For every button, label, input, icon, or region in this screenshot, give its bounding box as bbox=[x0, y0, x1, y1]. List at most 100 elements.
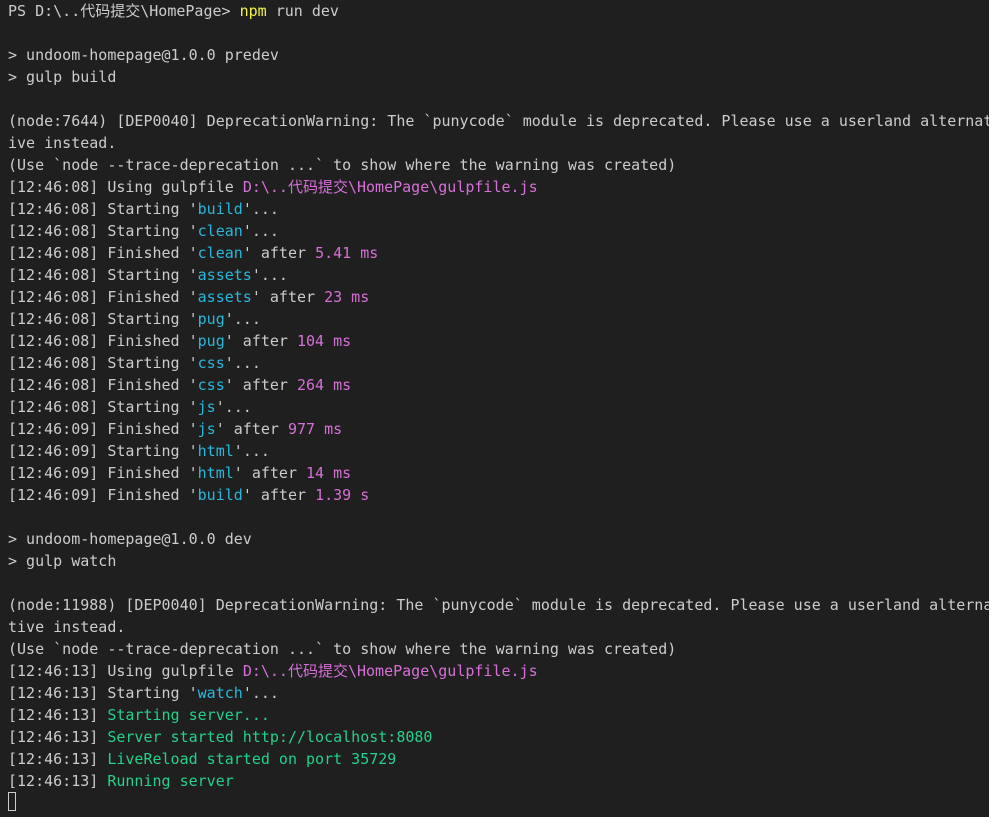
task-duration: 23 ms bbox=[324, 288, 370, 306]
server-log-line: [12:46:13] LiveReload started on port 35… bbox=[8, 748, 989, 770]
server-log-line: [12:46:13] Running server bbox=[8, 770, 989, 792]
trace-hint: (Use `node --trace-deprecation ...` to s… bbox=[8, 156, 677, 174]
server-message: Starting server... bbox=[107, 706, 270, 724]
timestamp: [12:46:13] bbox=[8, 750, 99, 768]
task-verb: Starting bbox=[107, 398, 180, 416]
task-duration: 977 ms bbox=[287, 420, 343, 438]
gulpfile-path: D:\..代码提交\HomePage\gulpfile.js bbox=[242, 662, 538, 680]
task-verb: Finished bbox=[107, 244, 180, 262]
timestamp: [12:46:08] bbox=[8, 200, 99, 218]
trace-hint: (Use `node --trace-deprecation ...` to s… bbox=[8, 640, 677, 658]
task-log-line: [12:46:08] Starting 'css'... bbox=[8, 354, 261, 372]
task-duration: 1.39 s bbox=[315, 486, 370, 504]
task-duration: 5.41 ms bbox=[315, 244, 379, 262]
task-log-line: [12:46:08] Finished 'assets' after 23 ms bbox=[8, 288, 370, 306]
task-log-line: [12:46:08] Starting 'assets'... bbox=[8, 266, 288, 284]
task-name: pug bbox=[197, 310, 225, 328]
server-message: Server started http://localhost:8080 bbox=[107, 728, 433, 746]
task-after-label: after bbox=[251, 244, 316, 262]
server-log-line: [12:46:13] Starting server... bbox=[8, 704, 989, 726]
npm-script-header: > undoom-homepage@1.0.0 predev bbox=[8, 46, 279, 64]
task-duration: 264 ms bbox=[297, 376, 352, 394]
task-verb: Starting bbox=[107, 354, 180, 372]
timestamp: [12:46:08] bbox=[8, 178, 99, 196]
timestamp: [12:46:13] bbox=[8, 684, 99, 702]
task-log-line: [12:46:08] Finished 'css' after 264 ms bbox=[8, 376, 352, 394]
task-name: css bbox=[197, 354, 225, 372]
timestamp: [12:46:08] bbox=[8, 332, 99, 350]
task-verb: Finished bbox=[107, 376, 180, 394]
task-verb: Finished bbox=[107, 332, 180, 350]
gulpfile-label: Using gulpfile bbox=[98, 662, 243, 680]
server-log-line: [12:46:13] Server started http://localho… bbox=[8, 726, 989, 748]
task-name: clean bbox=[197, 222, 243, 240]
timestamp: [12:46:13] bbox=[8, 728, 99, 746]
task-verb: Starting bbox=[107, 310, 180, 328]
server-log: [12:46:13] Starting server... [12:46:13] … bbox=[8, 704, 989, 792]
task-log-line: [12:46:08] Starting 'pug'... bbox=[8, 310, 261, 328]
task-name: assets bbox=[197, 288, 252, 306]
task-log-line: [12:46:08] Finished 'clean' after 5.41 m… bbox=[8, 244, 379, 262]
task-after-label: after bbox=[233, 332, 297, 350]
prompt-path: PS D:\..代码提交\HomePage> bbox=[8, 2, 240, 20]
timestamp: [12:46:09] bbox=[8, 442, 99, 460]
input-line[interactable] bbox=[8, 792, 989, 814]
timestamp: [12:46:08] bbox=[8, 288, 99, 306]
task-after-label: after bbox=[224, 420, 288, 438]
task-name: clean bbox=[197, 244, 243, 262]
task-log-line: [12:46:08] Starting 'clean'... bbox=[8, 222, 279, 240]
task-name: build bbox=[197, 200, 243, 218]
task-name: js bbox=[197, 420, 216, 438]
text-cursor bbox=[8, 792, 16, 811]
timestamp: [12:46:08] bbox=[8, 222, 99, 240]
deprecation-warning-wrap: ive instead. bbox=[8, 134, 117, 152]
task-log-line: [12:46:08] Finished 'pug' after 104 ms bbox=[8, 332, 352, 350]
gulpfile-path: D:\..代码提交\HomePage\gulpfile.js bbox=[242, 178, 538, 196]
gulpfile-line: [12:46:13] Using gulpfile D:\..代码提交\Home… bbox=[8, 660, 989, 682]
timestamp: [12:46:08] bbox=[8, 310, 99, 328]
task-verb: Starting bbox=[107, 200, 180, 218]
task-verb: Finished bbox=[107, 420, 180, 438]
terminal-output[interactable]: PS D:\..代码提交\HomePage> npm run dev > und… bbox=[0, 0, 989, 817]
deprecation-warning: (node:7644) [DEP0040] DeprecationWarning… bbox=[8, 112, 989, 130]
watch-task-line: [12:46:13] Starting 'watch'... bbox=[8, 684, 279, 702]
build-task-log: [12:46:08] Starting 'build'... [12:46:08]… bbox=[8, 198, 989, 506]
npm-script-command: > gulp build bbox=[8, 68, 117, 86]
task-log-line: [12:46:08] Starting 'js'... bbox=[8, 398, 252, 416]
timestamp: [12:46:13] bbox=[8, 772, 99, 790]
task-name: build bbox=[197, 486, 243, 504]
timestamp: [12:46:09] bbox=[8, 420, 99, 438]
task-log-line: [12:46:09] Finished 'html' after 14 ms bbox=[8, 464, 352, 482]
task-duration: 14 ms bbox=[306, 464, 352, 482]
task-log-line: [12:46:09] Finished 'build' after 1.39 s bbox=[8, 486, 370, 504]
task-name: js bbox=[197, 398, 216, 416]
server-message: Running server bbox=[107, 772, 234, 790]
deprecation-warning: (node:11988) [DEP0040] DeprecationWarnin… bbox=[8, 596, 989, 614]
task-after-label: after bbox=[233, 376, 297, 394]
task-name: css bbox=[197, 376, 225, 394]
npm-script-header: > undoom-homepage@1.0.0 dev bbox=[8, 530, 252, 548]
task-after-label: after bbox=[242, 464, 307, 482]
task-verb: Starting bbox=[107, 442, 180, 460]
timestamp: [12:46:08] bbox=[8, 398, 99, 416]
task-log-line: [12:46:09] Starting 'html'... bbox=[8, 442, 270, 460]
task-name: watch bbox=[197, 684, 243, 702]
task-verb: Finished bbox=[107, 486, 180, 504]
task-verb: Starting bbox=[107, 222, 180, 240]
task-name: html bbox=[197, 442, 234, 460]
timestamp: [12:46:08] bbox=[8, 354, 99, 372]
timestamp: [12:46:08] bbox=[8, 244, 99, 262]
task-verb: Starting bbox=[107, 266, 180, 284]
timestamp: [12:46:09] bbox=[8, 486, 99, 504]
prompt-line: PS D:\..代码提交\HomePage> npm run dev bbox=[8, 0, 989, 22]
gulpfile-line: [12:46:08] Using gulpfile D:\..代码提交\Home… bbox=[8, 176, 989, 198]
timestamp: [12:46:08] bbox=[8, 376, 99, 394]
npm-script-command: > gulp watch bbox=[8, 552, 117, 570]
task-verb: Finished bbox=[107, 288, 180, 306]
timestamp: [12:46:08] bbox=[8, 266, 99, 284]
task-log-line: [12:46:09] Finished 'js' after 977 ms bbox=[8, 420, 343, 438]
task-duration: 104 ms bbox=[297, 332, 352, 350]
task-name: assets bbox=[197, 266, 252, 284]
